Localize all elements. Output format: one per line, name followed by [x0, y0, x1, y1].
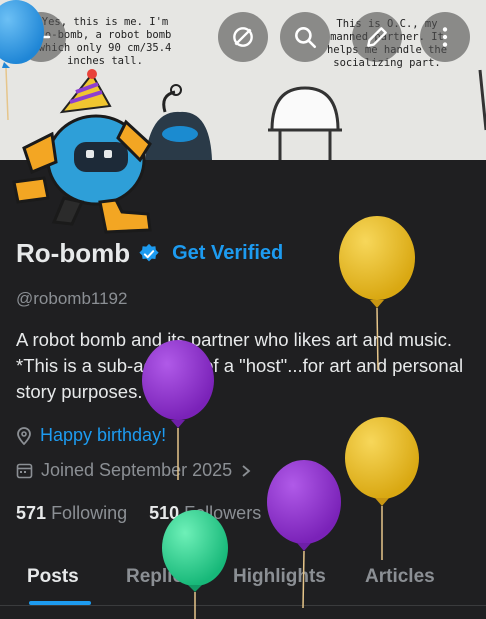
birthday-balloons: [0, 0, 419, 619]
balloon-green: [162, 510, 228, 619]
balloon-yellow-1: [339, 216, 415, 371]
balloon-purple-2: [267, 460, 341, 609]
balloon-purple-1: [142, 340, 214, 480]
balloon-blue: [0, 0, 44, 121]
balloon-yellow-2: [345, 417, 419, 560]
